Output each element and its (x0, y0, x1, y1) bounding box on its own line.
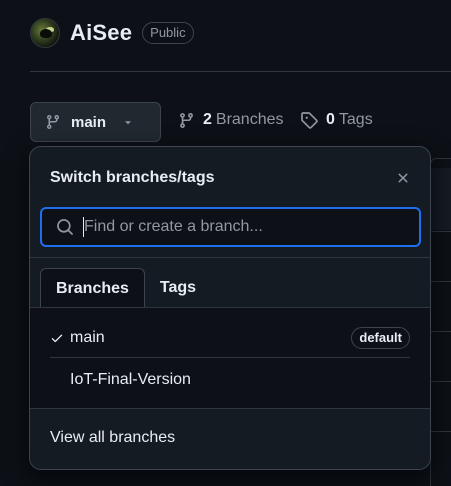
divider (30, 257, 430, 258)
caret-down-icon (122, 116, 134, 128)
visibility-badge: Public (142, 22, 194, 44)
tab-branches[interactable]: Branches (40, 268, 145, 308)
branch-item-main[interactable]: main default (50, 318, 410, 358)
view-all-branches-link[interactable]: View all branches (50, 429, 175, 447)
tags-count-link[interactable]: 0 Tags (300, 111, 373, 129)
branch-name: IoT-Final-Version (70, 371, 191, 388)
branch-item-iot-final-version[interactable]: IoT-Final-Version (50, 360, 410, 400)
tags-label: Tags (338, 111, 373, 128)
close-icon (395, 170, 411, 186)
file-table-header-edge (431, 168, 451, 230)
tab-tags[interactable]: Tags (145, 268, 211, 307)
divider (50, 357, 410, 358)
tags-count: 0 (326, 111, 335, 128)
header-divider (30, 71, 451, 72)
search-icon (56, 218, 74, 236)
check-icon (50, 331, 70, 345)
current-branch-label: main (71, 113, 107, 131)
branch-search-input[interactable] (84, 218, 419, 236)
close-button[interactable] (394, 169, 412, 187)
branch-search-box[interactable] (40, 207, 421, 247)
branch-popover: Switch branches/tags Branches Tags main … (29, 146, 431, 470)
branches-count: 2 (203, 111, 212, 128)
branches-count-link[interactable]: 2 Branches (178, 111, 284, 129)
popover-title: Switch branches/tags (50, 169, 215, 186)
repo-header: AiSee Public (30, 16, 194, 50)
git-branch-icon (178, 112, 195, 129)
git-branch-icon (45, 114, 61, 130)
branches-label: Branches (215, 111, 284, 128)
branch-name: main (70, 329, 105, 346)
branch-list: main default IoT-Final-Version (30, 308, 430, 408)
branch-select-button[interactable]: main (30, 102, 161, 142)
owner-avatar[interactable] (30, 18, 60, 48)
branch-tag-tabs: Branches Tags (40, 268, 211, 308)
repo-name[interactable]: AiSee (70, 20, 132, 46)
tag-icon (300, 111, 318, 129)
popover-footer: View all branches (30, 409, 430, 469)
default-badge: default (351, 327, 410, 349)
